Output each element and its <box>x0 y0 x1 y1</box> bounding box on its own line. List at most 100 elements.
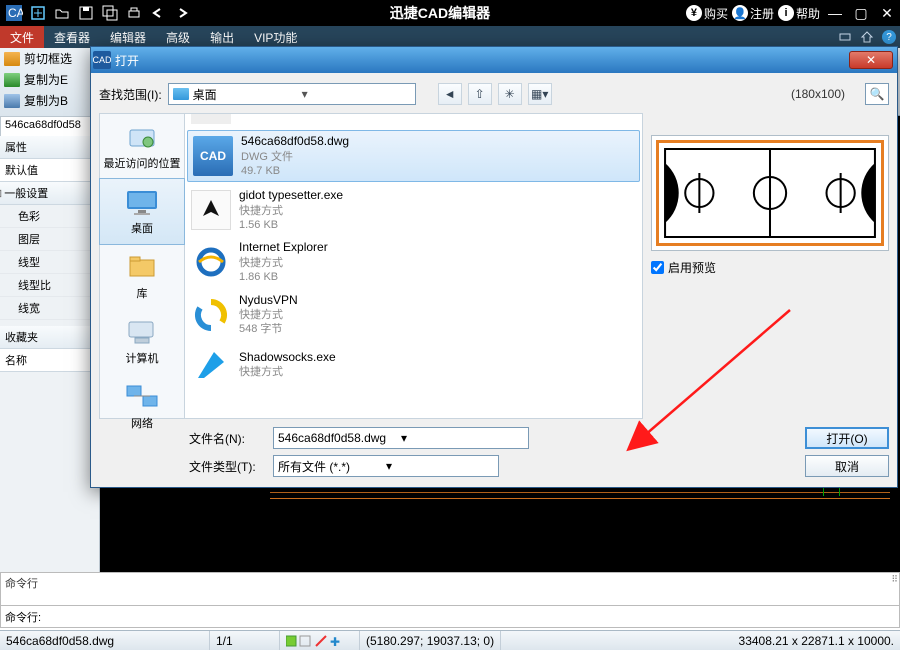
status-extents: 33408.21 x 22871.1 x 10000. <box>733 631 900 650</box>
save-icon[interactable] <box>75 2 97 24</box>
clip-label: 剪切框选 <box>24 50 72 67</box>
newfolder-button[interactable]: ✳ <box>498 83 522 105</box>
back-button[interactable]: ◄ <box>438 83 462 105</box>
recent-icon <box>124 122 160 152</box>
help-label: 帮助 <box>796 5 820 22</box>
prop-lineweight[interactable]: 线宽 <box>0 297 99 320</box>
menu-editor[interactable]: 编辑器 <box>100 26 156 48</box>
open-icon[interactable] <box>51 2 73 24</box>
general-header[interactable]: 一般设置 <box>0 182 99 205</box>
prop-linetype[interactable]: 线型 <box>0 251 99 274</box>
maximize-button[interactable]: ▢ <box>850 2 872 24</box>
menu-advanced[interactable]: 高级 <box>156 26 200 48</box>
command-input[interactable] <box>45 608 899 626</box>
minimize-button[interactable]: — <box>824 2 846 24</box>
up-button[interactable]: ⇧ <box>468 83 492 105</box>
open-dialog: CAD 打开 ✕ 查找范围(I): 桌面 ▾ ◄ ⇧ ✳ ▦▾ (180x100… <box>90 46 898 488</box>
doc-tab[interactable]: 546ca68df0d58 <box>0 116 99 136</box>
print-icon-2[interactable] <box>835 27 855 47</box>
enable-preview-input[interactable] <box>651 261 664 274</box>
register-button[interactable]: 👤注册 <box>732 5 774 22</box>
copy-bmp-button[interactable]: 复制为B <box>0 90 99 111</box>
redo-icon[interactable] <box>171 2 193 24</box>
default-header[interactable]: 默认值 <box>0 159 99 182</box>
file-type: DWG 文件 <box>241 150 349 164</box>
file-row-selected[interactable]: CAD 546ca68df0d58.dwgDWG 文件49.7 KB <box>187 130 640 182</box>
file-row[interactable]: gidot typesetter.exe快捷方式1.56 KB <box>185 184 642 236</box>
place-desktop-label: 桌面 <box>131 220 153 236</box>
file-row[interactable]: NydusVPN快捷方式548 字节 <box>185 289 642 341</box>
place-libraries[interactable]: 库 <box>100 244 184 309</box>
filetype-combo[interactable]: 所有文件 (*.*)▾ <box>273 455 499 477</box>
place-desktop[interactable]: 桌面 <box>99 178 185 245</box>
chevron-down-icon: ▾ <box>401 431 524 445</box>
print-icon[interactable] <box>123 2 145 24</box>
new-icon[interactable] <box>27 2 49 24</box>
menu-vip[interactable]: VIP功能 <box>244 26 307 48</box>
preview-content <box>656 140 884 246</box>
yen-icon: ¥ <box>686 5 702 21</box>
status-tools: ✚ <box>280 631 360 650</box>
file-name: NydusVPN <box>239 293 298 309</box>
copy-emf-button[interactable]: 复制为E <box>0 69 99 90</box>
open-button[interactable]: 打开(O) <box>805 427 889 449</box>
status-coords: (5180.297; 19037.13; 0) <box>360 631 501 650</box>
menu-file[interactable]: 文件 <box>0 26 44 48</box>
home-icon[interactable] <box>857 27 877 47</box>
prop-ltscale[interactable]: 线型比 <box>0 274 99 297</box>
place-computer-label: 计算机 <box>126 350 159 366</box>
clip-frame-button[interactable]: 剪切框选 <box>0 48 99 69</box>
lookin-value: 桌面 <box>193 86 302 103</box>
enable-preview-checkbox[interactable]: 启用预览 <box>651 259 889 276</box>
file-name: Shadowsocks.exe <box>239 350 336 366</box>
saveall-icon[interactable] <box>99 2 121 24</box>
filename-row: 文件名(N): 546ca68df0d58.dwg▾ 打开(O) <box>189 427 889 449</box>
file-size: 49.7 KB <box>241 164 349 178</box>
library-icon <box>124 252 160 282</box>
filetype-value: 所有文件 (*.*) <box>278 458 386 475</box>
dialog-titlebar: CAD 打开 ✕ <box>91 47 897 73</box>
help-button[interactable]: i帮助 <box>778 5 820 22</box>
help-icon[interactable]: ? <box>879 27 899 47</box>
viewmenu-button[interactable]: ▦▾ <box>528 83 552 105</box>
filename-combo[interactable]: 546ca68df0d58.dwg▾ <box>273 427 529 449</box>
dialog-close-button[interactable]: ✕ <box>849 51 893 69</box>
close-button[interactable]: ✕ <box>876 2 898 24</box>
menu-viewer[interactable]: 查看器 <box>44 26 100 48</box>
status-file: 546ca68df0d58.dwg <box>0 631 210 650</box>
desktop-icon <box>173 88 189 100</box>
file-name: gidot typesetter.exe <box>239 188 343 204</box>
prop-layer[interactable]: 图层 <box>0 228 99 251</box>
file-name: Internet Explorer <box>239 240 328 256</box>
buy-button[interactable]: ¥购买 <box>686 5 728 22</box>
prop-color[interactable]: 色彩 <box>0 205 99 228</box>
file-row[interactable]: 1.02 KB <box>185 114 642 128</box>
status-page: 1/1 <box>210 631 280 650</box>
lookin-combo[interactable]: 桌面 ▾ <box>168 83 416 105</box>
file-list: 1.02 KB CAD 546ca68df0d58.dwgDWG 文件49.7 … <box>185 113 643 419</box>
file-size: 548 字节 <box>239 322 298 336</box>
status-bar: 546ca68df0d58.dwg 1/1 ✚ (5180.297; 19037… <box>0 630 900 650</box>
grip-icon[interactable]: ⠿ <box>891 574 898 585</box>
buy-label: 购买 <box>704 5 728 22</box>
preview-zoom-button[interactable]: 🔍 <box>865 83 889 105</box>
place-network[interactable]: 网络 <box>100 374 184 439</box>
cad-file-icon: CAD <box>193 136 233 176</box>
file-row[interactable]: Internet Explorer快捷方式1.86 KB <box>185 236 642 288</box>
place-computer[interactable]: 计算机 <box>100 309 184 374</box>
app-icon: CAD <box>3 2 25 24</box>
file-name: 546ca68df0d58.dwg <box>241 134 349 150</box>
pen-icon <box>191 190 231 230</box>
file-row[interactable]: Shadowsocks.exe快捷方式 <box>185 341 642 389</box>
name-header[interactable]: 名称 <box>0 349 99 372</box>
command-line: 命令行: <box>0 606 900 628</box>
places-bar: 最近访问的位置 桌面 库 计算机 网络 <box>99 113 185 419</box>
menu-output[interactable]: 输出 <box>200 26 244 48</box>
enable-preview-label: 启用预览 <box>668 259 716 276</box>
cancel-button[interactable]: 取消 <box>805 455 889 477</box>
undo-icon[interactable] <box>147 2 169 24</box>
file-size: 1.86 KB <box>239 270 328 284</box>
user-icon: 👤 <box>732 5 748 21</box>
place-recent[interactable]: 最近访问的位置 <box>100 114 184 179</box>
command-history: ⠿ 命令行 <box>0 572 900 606</box>
